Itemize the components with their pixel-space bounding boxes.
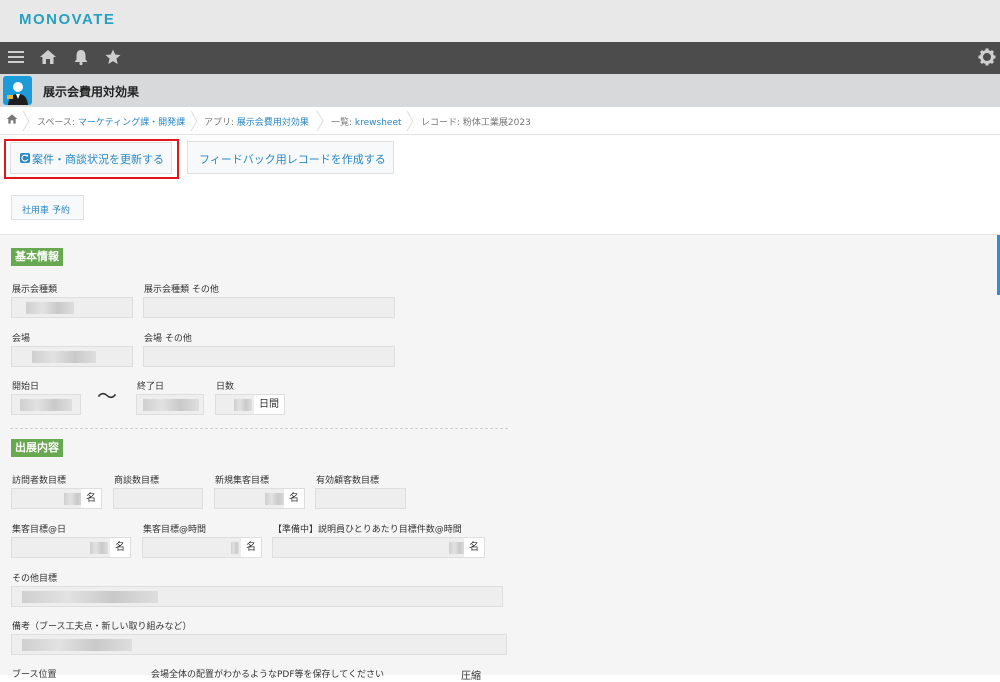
global-nav-bar [0,42,1000,74]
home-icon[interactable] [39,48,57,71]
effective-customer-target-field [315,488,406,509]
remarks-label: 備考（ブース工夫点・新しい取り組みなど） [12,622,192,632]
breadcrumb-list-prefix: 一覧: [331,118,353,128]
breadcrumb-space[interactable]: スペース: マーケティング課・開発課 [37,115,185,128]
days-unit: 日間 [254,395,284,414]
app-title: 展示会費用対効果 [43,85,140,99]
section-divider [10,428,508,429]
date-range-tilde: 〜 [97,384,117,408]
section-exhibit-content: 出展内容 [11,439,63,457]
hourly-target-field: 名 [142,537,262,558]
exhibition-type-label: 展示会種類 [12,285,58,295]
visitor-target-unit: 名 [81,489,101,508]
negotiation-target-field [113,488,203,509]
breadcrumb-app[interactable]: アプリ: 展示会費用対効果 [204,115,309,128]
exhibition-type-other-label: 展示会種類 その他 [144,285,219,295]
daily-target-label: 集客目標@日 [12,525,67,535]
create-feedback-button[interactable]: フィードバック用レコードを作成する [187,141,394,174]
app-header: 展示会費用対効果 [0,74,1000,107]
top-header: MONOVATE [0,0,1000,42]
start-date-field [11,394,81,415]
effective-customer-target-label: 有効顧客数目標 [316,476,380,486]
breadcrumb-list[interactable]: 一覧: krewsheet [331,115,402,128]
staff-target-field: 名 [272,537,485,558]
create-feedback-label: フィードバック用レコードを作成する [199,153,386,166]
end-date-field [136,394,204,415]
breadcrumb-app-link[interactable]: 展示会費用対効果 [237,118,309,128]
new-customer-target-unit: 名 [284,489,304,508]
negotiation-target-label: 商談数目標 [114,476,160,486]
breadcrumb-list-link[interactable]: krewsheet [355,118,402,128]
breadcrumb-separator [316,111,324,131]
highlight-box [4,139,179,179]
new-customer-target-label: 新規集客目標 [215,476,270,486]
breadcrumb-separator [22,111,30,131]
remarks-field [11,634,507,655]
app-avatar-icon [3,76,32,105]
breadcrumb-record: レコード: 粉体工業展2023 [421,118,531,128]
venue-other-field [143,346,395,367]
daily-target-unit: 名 [110,538,130,557]
venue-label: 会場 [12,334,31,344]
days-label: 日数 [216,382,235,392]
monovate-logo[interactable]: MONOVATE [19,11,115,28]
breadcrumb: スペース: マーケティング課・開発課 アプリ: 展示会費用対効果 一覧: kre… [0,107,1000,135]
car-reservation-button[interactable]: 社用車 予約 [11,195,84,220]
booth-position-label: ブース位置 [12,670,57,680]
new-customer-target-field: 名 [214,488,305,509]
gear-icon[interactable] [978,48,996,71]
visitor-target-field: 名 [11,488,102,509]
visitor-target-label: 訪問者数目標 [12,476,67,486]
section-basic-info: 基本情報 [11,248,63,266]
breadcrumb-space-prefix: スペース: [37,118,75,128]
end-date-label: 終了日 [137,382,165,392]
daily-target-field: 名 [11,537,131,558]
breadcrumb-separator [190,111,198,131]
layout-pdf-hint: 会場全体の配置がわかるようなPDF等を保存してください [151,670,384,680]
car-reservation-label: 社用車 予約 [22,206,70,216]
star-icon[interactable] [104,48,122,71]
staff-target-label: 【準備中】説明員ひとりあたり目標件数@時間 [273,525,462,535]
exhibition-type-other-field [143,297,395,318]
menu-icon[interactable] [7,48,25,71]
other-target-label: その他目標 [12,574,58,584]
hourly-target-label: 集客目標@時間 [143,525,207,535]
breadcrumb-separator [406,111,414,131]
start-date-label: 開始日 [12,382,40,392]
venue-field [11,346,133,367]
breadcrumb-home-icon[interactable] [6,113,18,128]
venue-other-label: 会場 その他 [144,334,192,344]
staff-target-unit: 名 [464,538,484,557]
other-target-field [11,586,503,607]
bell-icon[interactable] [72,48,90,71]
breadcrumb-app-prefix: アプリ: [204,118,235,128]
days-field: 日間 [215,394,285,415]
hourly-target-unit: 名 [241,538,261,557]
breadcrumb-space-link[interactable]: マーケティング課・開発課 [78,118,185,128]
exhibition-type-field [11,297,133,318]
